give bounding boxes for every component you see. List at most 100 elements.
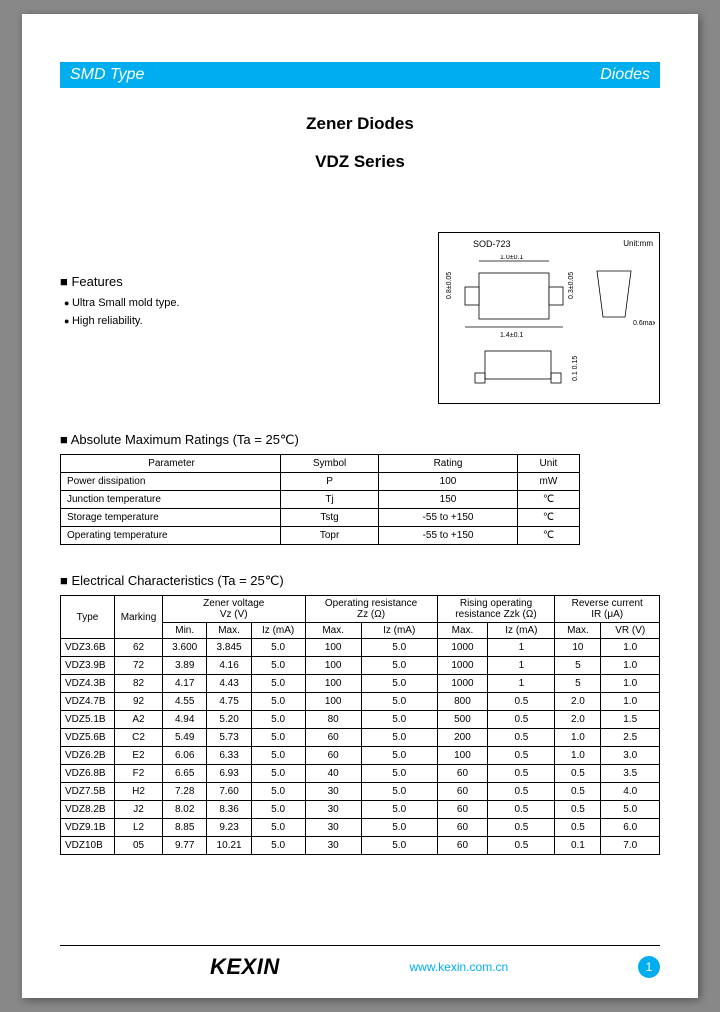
table-cell: Power dissipation [61,473,281,491]
table-cell: 1 [488,657,555,675]
table-cell: VDZ3.6B [61,639,115,657]
table-cell: 100 [305,657,361,675]
table-cell: 5.0 [361,801,437,819]
table-cell: 1000 [437,639,488,657]
package-outline: SOD-723 Unit:mm 1.0±0.1 1.4±0.1 0.8±0.05… [438,232,660,404]
table-cell: L2 [115,819,163,837]
table-cell: 0.5 [488,783,555,801]
table-row: VDZ5.6BC25.495.735.0605.02000.51.02.5 [61,729,660,747]
table-cell: VDZ8.2B [61,801,115,819]
table-cell: 60 [305,729,361,747]
svg-text:1.0±0.1: 1.0±0.1 [500,255,523,261]
col-header: Reverse current IR (μA) [555,596,660,623]
table-cell: Tstg [281,509,379,527]
table-cell: 3.0 [601,747,660,765]
table-cell: 5.0 [361,819,437,837]
table-cell: 72 [115,657,163,675]
table-cell: 3.600 [163,639,207,657]
table-cell: VDZ4.7B [61,693,115,711]
table-cell: 5.0 [251,783,305,801]
table-cell: 4.94 [163,711,207,729]
table-cell: ℃ [517,527,579,545]
table-cell: 5.0 [361,765,437,783]
table-cell: 0.1 [555,837,601,855]
table-cell: 1.0 [555,747,601,765]
col-header: Type [61,596,115,639]
footer: KEXIN www.kexin.com.cn 1 [60,954,660,980]
table-cell: 05 [115,837,163,855]
table-cell: 5.0 [251,747,305,765]
table-cell: 200 [437,729,488,747]
table-cell: 5.0 [251,693,305,711]
col-header: Rising operating resistance Zzk (Ω) [437,596,555,623]
table-cell: 1.0 [601,657,660,675]
features-section: Features Ultra Small mold type. High rel… [60,274,438,404]
table-cell: 92 [115,693,163,711]
package-diagram-icon: 1.0±0.1 1.4±0.1 0.8±0.05 0.3±0.05 0.6max… [445,255,655,400]
svg-text:0.3±0.05: 0.3±0.05 [568,272,575,299]
table-cell: 5.0 [251,657,305,675]
svg-text:0.6max: 0.6max [633,320,655,327]
datasheet-page: SMD Type Diodes Zener Diodes VDZ Series … [22,14,698,998]
table-row: VDZ6.2BE26.066.335.0605.01000.51.03.0 [61,747,660,765]
table-cell: 6.33 [207,747,251,765]
col-subheader: Iz (mA) [488,623,555,639]
footer-rule [60,945,660,946]
table-cell: 8.36 [207,801,251,819]
table-cell: 5.0 [361,657,437,675]
svg-text:0.8±0.05: 0.8±0.05 [446,272,453,299]
table-cell: 1000 [437,675,488,693]
table-row: VDZ6.8BF26.656.935.0405.0600.50.53.5 [61,765,660,783]
table-cell: 0.5 [488,819,555,837]
table-cell: 0.5 [488,765,555,783]
table-cell: 5.0 [251,639,305,657]
table-row: VDZ4.7B924.554.755.01005.08000.52.01.0 [61,693,660,711]
page-subtitle: VDZ Series [60,152,660,172]
col-subheader: VR (V) [601,623,660,639]
table-cell: Operating temperature [61,527,281,545]
table-cell: 60 [437,837,488,855]
table-cell: 4.55 [163,693,207,711]
feature-item: High reliability. [64,315,438,327]
table-cell: 80 [305,711,361,729]
table-cell: VDZ6.2B [61,747,115,765]
col-header: Marking [115,596,163,639]
table-cell: 1.5 [601,711,660,729]
table-cell: J2 [115,801,163,819]
table-cell: C2 [115,729,163,747]
table-cell: Topr [281,527,379,545]
table-cell: 5.49 [163,729,207,747]
table-cell: 0.5 [488,837,555,855]
table-row: VDZ3.6B623.6003.8455.01005.010001101.0 [61,639,660,657]
table-cell: Junction temperature [61,491,281,509]
table-header-row: Parameter Symbol Rating Unit [61,455,580,473]
col-subheader: Max. [207,623,251,639]
table-cell: VDZ7.5B [61,783,115,801]
table-cell: 4.43 [207,675,251,693]
table-cell: Tj [281,491,379,509]
table-row: VDZ4.3B824.174.435.01005.01000151.0 [61,675,660,693]
table-cell: 60 [305,747,361,765]
table-cell: 0.5 [555,801,601,819]
table-cell: 5.0 [361,675,437,693]
table-cell: 7.60 [207,783,251,801]
table-cell: 1 [488,639,555,657]
table-cell: 5.0 [361,693,437,711]
table-cell: 500 [437,711,488,729]
table-cell: 4.17 [163,675,207,693]
table-cell: 5.20 [207,711,251,729]
col-subheader: Iz (mA) [251,623,305,639]
table-cell: 60 [437,765,488,783]
table-cell: 5 [555,657,601,675]
col-subheader: Max. [305,623,361,639]
table-cell: 30 [305,837,361,855]
table-cell: ℃ [517,491,579,509]
table-cell: 5.0 [251,729,305,747]
table-cell: 30 [305,783,361,801]
table-cell: ℃ [517,509,579,527]
abs-heading: Absolute Maximum Ratings (Ta = 25℃) [60,432,660,448]
table-cell: 1.0 [555,729,601,747]
table-cell: 0.5 [488,711,555,729]
table-cell: 100 [305,693,361,711]
table-row: Storage temperatureTstg-55 to +150℃ [61,509,580,527]
